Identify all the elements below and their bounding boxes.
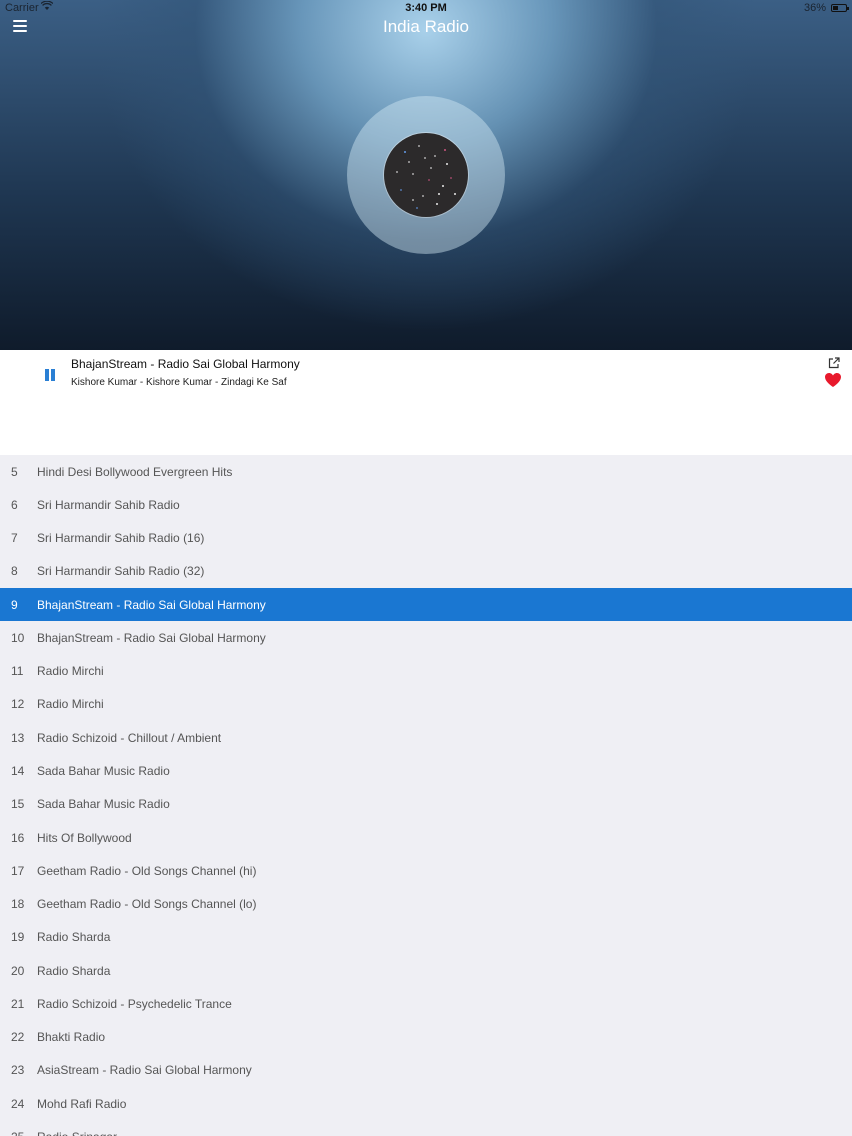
station-row[interactable]: 11 Radio Mirchi — [0, 655, 852, 688]
station-number: 12 — [11, 697, 25, 712]
station-number: 10 — [11, 630, 25, 645]
app-screen: Carrier 3:40 PM 36% India Radio BhajanSt… — [0, 0, 852, 1136]
station-name: Sada Bahar Music Radio — [37, 764, 170, 779]
station-name: BhajanStream - Radio Sai Global Harmony — [37, 597, 266, 612]
battery-percent: 36% — [803, 2, 826, 14]
now-playing-title: BhajanStream - Radio Sai Global Harmony — [71, 357, 300, 371]
station-number: 17 — [11, 863, 25, 878]
station-number: 13 — [11, 730, 25, 745]
station-row[interactable]: 6 Sri Harmandir Sahib Radio — [0, 488, 852, 521]
station-number: 14 — [11, 764, 25, 779]
station-number: 24 — [11, 1096, 25, 1111]
station-number: 16 — [11, 830, 25, 845]
station-name: Mohd Rafi Radio — [37, 1096, 127, 1111]
station-name: Geetham Radio - Old Songs Channel (lo) — [37, 897, 257, 912]
page-title: India Radio — [382, 17, 469, 36]
station-name: Bhakti Radio — [37, 1030, 106, 1045]
station-number: 7 — [11, 531, 18, 546]
station-number: 22 — [11, 1030, 25, 1045]
station-number: 9 — [11, 597, 18, 612]
station-name: BhajanStream - Radio Sai Global Harmony — [37, 630, 266, 645]
now-playing-subtitle: Kishore Kumar - Kishore Kumar - Zindagi … — [71, 377, 287, 388]
station-row[interactable]: 17 Geetham Radio - Old Songs Channel (hi) — [0, 854, 852, 887]
station-number: 11 — [11, 664, 24, 679]
station-row[interactable]: 13 Radio Schizoid - Chillout / Ambient — [0, 721, 852, 754]
station-number: 18 — [11, 897, 25, 912]
status-time: 3:40 PM — [405, 2, 447, 14]
station-name: AsiaStream - Radio Sai Global Harmony — [37, 1063, 252, 1078]
station-name: Geetham Radio - Old Songs Channel (hi) — [37, 863, 257, 878]
battery-icon — [831, 4, 849, 12]
station-name: Sri Harmandir Sahib Radio (16) — [37, 531, 205, 546]
share-external-icon[interactable] — [828, 356, 840, 369]
station-number: 5 — [11, 464, 18, 479]
station-row[interactable]: 19 Radio Sharda — [0, 921, 852, 954]
album-art-image — [384, 133, 468, 217]
station-row[interactable]: 22 Bhakti Radio — [0, 1021, 852, 1054]
station-name: Sri Harmandir Sahib Radio (32) — [37, 564, 205, 579]
station-name: Radio Schizoid - Psychedelic Trance — [37, 996, 232, 1011]
station-row[interactable]: 7 Sri Harmandir Sahib Radio (16) — [0, 522, 852, 555]
station-name: Radio Mirchi — [37, 664, 104, 679]
station-name: Radio Mirchi — [37, 697, 104, 712]
station-row[interactable]: 25Radio Srinagar — [0, 1120, 852, 1136]
now-playing-hero: Carrier 3:40 PM 36% India Radio — [0, 0, 852, 350]
station-row[interactable]: 10 BhajanStream - Radio Sai Global Harmon… — [0, 621, 852, 654]
station-number: 25 — [0, 1130, 37, 1136]
status-bar: Carrier 3:40 PM 36% — [0, 0, 852, 18]
station-number: 6 — [11, 497, 18, 512]
station-row[interactable]: 23 AsiaStream - Radio Sai Global Harmony — [0, 1054, 852, 1087]
station-number: 15 — [11, 797, 25, 812]
station-row[interactable]: 15 Sada Bahar Music Radio — [0, 788, 852, 821]
station-name: Hits Of Bollywood — [37, 830, 132, 845]
station-name: Radio Schizoid - Chillout / Ambient — [37, 730, 222, 745]
station-row[interactable]: 24 Mohd Rafi Radio — [0, 1087, 852, 1120]
pause-icon[interactable] — [44, 369, 56, 383]
station-name: Sri Harmandir Sahib Radio — [37, 497, 180, 512]
station-name: Radio Srinagar — [37, 1130, 117, 1136]
heart-icon[interactable] — [824, 372, 842, 388]
station-number: 8 — [11, 564, 18, 579]
station-row[interactable]: 20 Radio Sharda — [0, 954, 852, 987]
station-row[interactable]: 12 Radio Mirchi — [0, 688, 852, 721]
station-row[interactable]: 8 Sri Harmandir Sahib Radio (32) — [0, 555, 852, 588]
station-list: 5 Hindi Desi Bollywood Evergreen Hits 6 Sri… — [0, 455, 852, 1136]
station-row[interactable]: 16 Hits Of Bollywood — [0, 821, 852, 854]
station-name: Radio Sharda — [37, 930, 111, 945]
station-number: 20 — [11, 963, 25, 978]
station-row[interactable]: 5 Hindi Desi Bollywood Evergreen Hits — [0, 455, 852, 488]
station-number: 21 — [11, 996, 25, 1011]
station-row[interactable]: 9 BhajanStream - Radio Sai Global Harmony — [0, 588, 852, 622]
station-name: Sada Bahar Music Radio — [37, 797, 170, 812]
station-number: 23 — [11, 1063, 25, 1078]
station-row[interactable]: 18 Geetham Radio - Old Songs Channel (lo) — [0, 887, 852, 920]
station-number: 19 — [11, 930, 25, 945]
station-row[interactable]: 21 Radio Schizoid - Psychedelic Trance — [0, 987, 852, 1020]
station-name: Radio Sharda — [37, 963, 111, 978]
station-name: Hindi Desi Bollywood Evergreen Hits — [37, 464, 233, 479]
station-row[interactable]: 14 Sada Bahar Music Radio — [0, 754, 852, 787]
